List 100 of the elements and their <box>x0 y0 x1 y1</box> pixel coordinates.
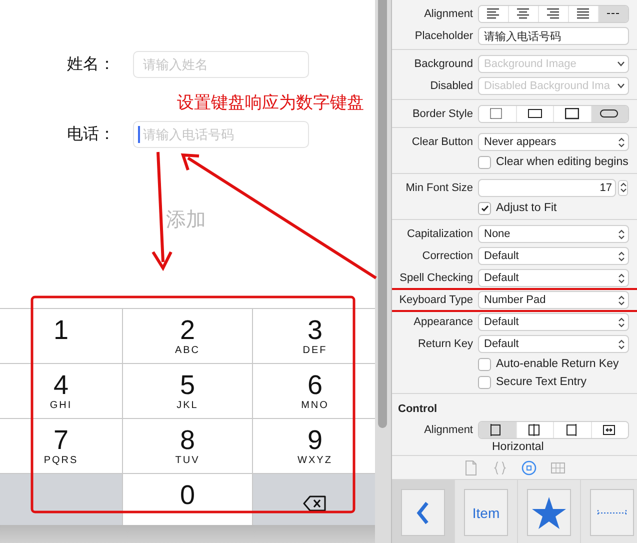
popup-button[interactable]: Default <box>478 269 629 287</box>
up-down-chevron-icon <box>618 272 625 284</box>
text-field[interactable]: 请输入电话号码 <box>478 27 629 45</box>
key-letters: JKL <box>176 400 198 412</box>
segmented-control[interactable] <box>478 5 629 23</box>
keypad-key[interactable]: 0 <box>123 474 252 525</box>
segment-icon <box>602 424 617 436</box>
segment-icon <box>490 108 504 120</box>
segment[interactable] <box>479 422 516 438</box>
segment-icon <box>546 8 560 20</box>
keypad-key[interactable]: 1 <box>0 309 122 363</box>
field-label: Alignment <box>423 424 474 436</box>
field-label: Return Key <box>416 338 474 350</box>
key-digit: 6 <box>307 370 323 400</box>
key-digit: 3 <box>307 315 323 345</box>
star-icon <box>531 496 567 530</box>
keypad-key[interactable]: 8 TUV <box>123 419 252 473</box>
keypad-key[interactable]: 6 MNO <box>253 364 375 418</box>
checkbox[interactable]: Auto-enable Return Key <box>478 355 619 373</box>
key-letters: PQRS <box>44 455 78 467</box>
text-field[interactable]: 请输入姓名 <box>133 51 309 78</box>
popup-button[interactable]: Never appears <box>478 133 629 151</box>
key-digit: 0 <box>180 480 196 510</box>
checkmark-icon <box>480 204 488 212</box>
field-label: Keyboard Type <box>398 294 474 306</box>
segment-icon <box>600 108 620 120</box>
stepper[interactable] <box>618 180 628 196</box>
segmented-control[interactable] <box>478 105 629 123</box>
checkbox[interactable]: Adjust to Fit <box>478 199 557 217</box>
chevron-left-icon <box>416 500 430 524</box>
chevron-down-icon <box>617 61 625 67</box>
field-label: Placeholder <box>414 30 474 42</box>
popup-button[interactable]: None <box>478 225 629 243</box>
grid-icon <box>550 460 566 476</box>
key-letters: ABC <box>174 345 200 357</box>
keypad-key[interactable]: 3 DEF <box>253 309 375 363</box>
keypad-key[interactable]: 4 GHI <box>0 364 122 418</box>
key-letters: DEF <box>302 345 328 357</box>
inspector-tab[interactable] <box>521 460 537 476</box>
up-down-chevron-icon <box>618 316 625 328</box>
library-item[interactable] <box>392 480 455 543</box>
field-label: Capitalization <box>406 228 474 240</box>
key-digit: 5 <box>180 370 196 400</box>
keypad-key[interactable]: 5 JKL <box>123 364 252 418</box>
scrollbar-thumb[interactable] <box>378 0 387 428</box>
up-down-chevron-icon <box>618 294 625 306</box>
field-label: Disabled <box>429 80 474 92</box>
keypad-key[interactable]: 7 PQRS <box>0 419 122 473</box>
popup-button[interactable]: Default <box>478 335 629 353</box>
delete-key[interactable] <box>253 474 375 525</box>
dotted-line-icon <box>597 508 627 516</box>
popup-button[interactable]: Number Pad <box>478 291 629 309</box>
field-label: Clear Button <box>410 136 474 148</box>
field-label: Min Font Size <box>404 182 474 194</box>
backspace-icon <box>303 495 327 512</box>
field-label: Background <box>413 58 474 70</box>
text-field[interactable]: 请输入电话号码 <box>133 121 309 148</box>
braces-icon <box>492 460 508 476</box>
file-icon <box>463 460 479 476</box>
field-label: 姓名： <box>66 55 116 75</box>
key-digit: 2 <box>180 315 196 345</box>
key-letters: TUV <box>175 455 200 467</box>
segment-icon <box>528 108 542 120</box>
segment-icon <box>516 8 530 20</box>
up-down-chevron-icon <box>618 250 625 262</box>
segment[interactable] <box>590 422 628 438</box>
section-title: Control <box>397 402 438 417</box>
keypad-key[interactable]: 2 ABC <box>123 309 252 363</box>
popup-button[interactable]: Default <box>478 313 629 331</box>
field-label: Spell Checking <box>398 272 474 284</box>
number-field[interactable]: 17 <box>478 179 616 197</box>
key-digit: 4 <box>53 370 69 400</box>
field-value: 17 <box>600 182 612 194</box>
segment-icon <box>576 8 590 20</box>
key-digit: 7 <box>53 425 69 455</box>
up-down-chevron-icon <box>618 228 625 240</box>
chevron-down-icon <box>617 83 625 89</box>
field-label: Appearance <box>412 316 474 328</box>
segment[interactable] <box>590 106 628 122</box>
segment-icon <box>486 8 500 20</box>
key-digit: 1 <box>53 315 69 345</box>
circle-icon <box>521 460 537 476</box>
popup-button[interactable]: Default <box>478 247 629 265</box>
field-value: 请输入电话号码 <box>484 30 562 44</box>
annotation-text: 设置键盘响应为数字键盘 <box>177 92 364 114</box>
field-label: Border Style <box>411 108 474 120</box>
segment-caption: Horizontal <box>492 441 545 453</box>
keypad-key[interactable]: 9 WXYZ <box>253 419 375 473</box>
segment-icon <box>565 424 580 436</box>
key-digit: 8 <box>180 425 196 455</box>
field-label: Alignment <box>423 8 474 20</box>
field-label: 电话： <box>66 124 116 145</box>
up-down-chevron-icon <box>618 136 625 148</box>
checkbox[interactable]: Clear when editing begins <box>478 153 628 171</box>
segmented-control[interactable] <box>478 421 629 439</box>
placeholder: Disabled Background Ima <box>484 80 611 92</box>
field-label: Correction <box>421 250 474 262</box>
checkbox[interactable]: Secure Text Entry <box>478 373 587 391</box>
key-letters: WXYZ <box>298 455 332 467</box>
key-letters: MNO <box>301 400 329 412</box>
